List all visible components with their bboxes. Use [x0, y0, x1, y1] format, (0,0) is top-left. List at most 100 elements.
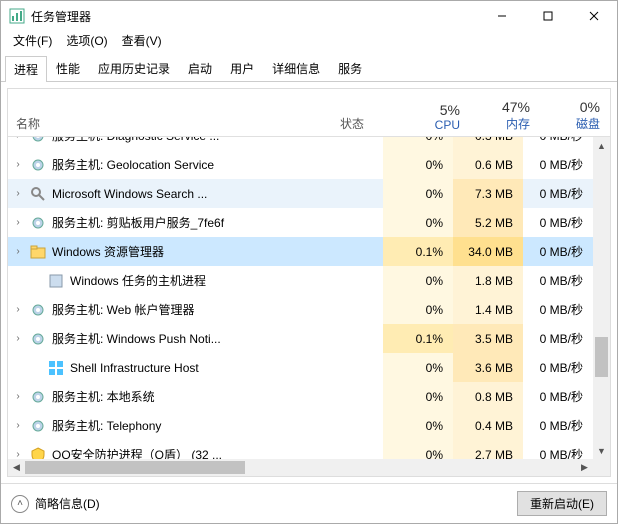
- expand-icon[interactable]: ›: [8, 304, 20, 315]
- table-row[interactable]: ›QQ安全防护进程（Q盾） (32 ...0%2.7 MB0 MB/秒: [8, 440, 593, 459]
- tab-2[interactable]: 应用历史记录: [89, 55, 179, 81]
- process-name: QQ安全防护进程（Q盾） (32 ...: [52, 446, 383, 459]
- qq-icon: [30, 447, 46, 460]
- menu-view[interactable]: 查看(V): [116, 31, 168, 51]
- app-icon: [9, 8, 25, 24]
- table-row[interactable]: ›Windows 资源管理器0.1%34.0 MB0 MB/秒: [8, 237, 593, 266]
- tab-5[interactable]: 详细信息: [263, 55, 329, 81]
- cell-mem: 1.4 MB: [453, 295, 523, 324]
- table-row[interactable]: ›服务主机: Telephony0%0.4 MB0 MB/秒: [8, 411, 593, 440]
- maximize-button[interactable]: [525, 1, 571, 31]
- cell-disk: 0 MB/秒: [523, 137, 593, 150]
- table-row[interactable]: ›Microsoft Windows Search ...0%7.3 MB0 M…: [8, 179, 593, 208]
- gear-icon: [30, 418, 46, 434]
- app-icon: [48, 273, 64, 289]
- cell-cpu: 0%: [383, 353, 453, 382]
- col-name[interactable]: 名称: [8, 115, 340, 132]
- tab-0[interactable]: 进程: [5, 56, 47, 82]
- shell-icon: [48, 360, 64, 376]
- expand-icon[interactable]: ›: [8, 391, 20, 402]
- titlebar: 任务管理器: [1, 1, 617, 31]
- table-row[interactable]: ›服务主机: Windows Push Noti...0.1%3.5 MB0 M…: [8, 324, 593, 353]
- minimize-button[interactable]: [479, 1, 525, 31]
- menubar: 文件(F) 选项(O) 查看(V): [1, 31, 617, 51]
- tab-4[interactable]: 用户: [221, 55, 263, 81]
- process-name: 服务主机: Diagnostic Service ...: [52, 137, 383, 144]
- window-title: 任务管理器: [31, 8, 479, 25]
- col-disk[interactable]: 0% 磁盘: [540, 99, 610, 132]
- table-row[interactable]: ›服务主机: 本地系统0%0.8 MB0 MB/秒: [8, 382, 593, 411]
- process-name: 服务主机: Web 帐户管理器: [52, 301, 383, 318]
- cell-mem: 0.3 MB: [453, 137, 523, 150]
- cell-disk: 0 MB/秒: [523, 353, 593, 382]
- vertical-scrollbar[interactable]: ▲ ▼: [593, 137, 610, 459]
- cell-cpu: 0%: [383, 382, 453, 411]
- table-row[interactable]: ›服务主机: Web 帐户管理器0%1.4 MB0 MB/秒: [8, 295, 593, 324]
- process-name: Shell Infrastructure Host: [70, 361, 383, 375]
- cell-cpu: 0%: [383, 150, 453, 179]
- menu-file[interactable]: 文件(F): [7, 31, 58, 51]
- expand-icon[interactable]: ›: [8, 159, 20, 170]
- cell-disk: 0 MB/秒: [523, 411, 593, 440]
- cell-mem: 2.7 MB: [453, 440, 523, 459]
- horizontal-scrollbar[interactable]: ◀ ▶: [8, 459, 593, 476]
- cell-mem: 3.6 MB: [453, 353, 523, 382]
- hscroll-thumb[interactable]: [25, 461, 245, 474]
- process-name: 服务主机: 剪贴板用户服务_7fe6f: [52, 214, 383, 231]
- scroll-right-icon[interactable]: ▶: [576, 459, 593, 476]
- table-row[interactable]: ›服务主机: Geolocation Service0%0.6 MB0 MB/秒: [8, 150, 593, 179]
- table-row[interactable]: ›服务主机: 剪贴板用户服务_7fe6f0%5.2 MB0 MB/秒: [8, 208, 593, 237]
- cell-disk: 0 MB/秒: [523, 324, 593, 353]
- cell-mem: 3.5 MB: [453, 324, 523, 353]
- gear-icon: [30, 302, 46, 318]
- cell-mem: 34.0 MB: [453, 237, 523, 266]
- cell-cpu: 0%: [383, 179, 453, 208]
- col-status[interactable]: 状态: [340, 115, 400, 132]
- process-name: 服务主机: Windows Push Noti...: [52, 330, 383, 347]
- cell-mem: 1.8 MB: [453, 266, 523, 295]
- expand-icon[interactable]: ›: [8, 333, 20, 344]
- process-name: Windows 资源管理器: [52, 243, 383, 260]
- cell-mem: 0.8 MB: [453, 382, 523, 411]
- cell-disk: 0 MB/秒: [523, 150, 593, 179]
- expand-icon[interactable]: ›: [8, 449, 20, 459]
- tab-1[interactable]: 性能: [47, 55, 89, 81]
- expand-icon[interactable]: ›: [8, 188, 20, 199]
- gear-icon: [30, 157, 46, 173]
- expand-icon[interactable]: ›: [8, 420, 20, 431]
- cell-mem: 5.2 MB: [453, 208, 523, 237]
- tabstrip: 进程性能应用历史记录启动用户详细信息服务: [1, 51, 617, 82]
- gear-icon: [30, 389, 46, 405]
- col-mem[interactable]: 47% 内存: [470, 99, 540, 132]
- col-cpu[interactable]: 5% CPU: [400, 102, 470, 132]
- tab-6[interactable]: 服务: [329, 55, 371, 81]
- vscroll-thumb[interactable]: [595, 337, 608, 377]
- process-name: 服务主机: 本地系统: [52, 388, 383, 405]
- cell-cpu: 0%: [383, 137, 453, 150]
- table-row[interactable]: Windows 任务的主机进程0%1.8 MB0 MB/秒: [8, 266, 593, 295]
- expand-icon[interactable]: ›: [8, 137, 20, 141]
- expand-icon[interactable]: ›: [8, 246, 20, 257]
- close-button[interactable]: [571, 1, 617, 31]
- restart-button[interactable]: 重新启动(E): [517, 491, 607, 516]
- scroll-down-icon[interactable]: ▼: [593, 442, 610, 459]
- menu-options[interactable]: 选项(O): [60, 31, 113, 51]
- table-row[interactable]: › 服务主机: Diagnostic Service ...0%0.3 MB0 M…: [8, 137, 593, 150]
- cell-mem: 0.4 MB: [453, 411, 523, 440]
- expand-icon[interactable]: ›: [8, 217, 20, 228]
- explorer-icon: [30, 244, 46, 260]
- process-name: Microsoft Windows Search ...: [52, 187, 383, 201]
- gear-icon: [30, 215, 46, 231]
- cell-cpu: 0.1%: [383, 237, 453, 266]
- cell-cpu: 0%: [383, 295, 453, 324]
- gear-icon: [30, 331, 46, 347]
- process-name: 服务主机: Telephony: [52, 417, 383, 434]
- scroll-up-icon[interactable]: ▲: [593, 137, 610, 154]
- cell-disk: 0 MB/秒: [523, 266, 593, 295]
- table-row[interactable]: Shell Infrastructure Host0%3.6 MB0 MB/秒: [8, 353, 593, 382]
- fewer-details-button[interactable]: ˄ 简略信息(D): [11, 495, 517, 513]
- search-icon: [30, 186, 46, 202]
- tab-3[interactable]: 启动: [179, 55, 221, 81]
- gear-icon: [30, 137, 46, 144]
- scroll-left-icon[interactable]: ◀: [8, 459, 25, 476]
